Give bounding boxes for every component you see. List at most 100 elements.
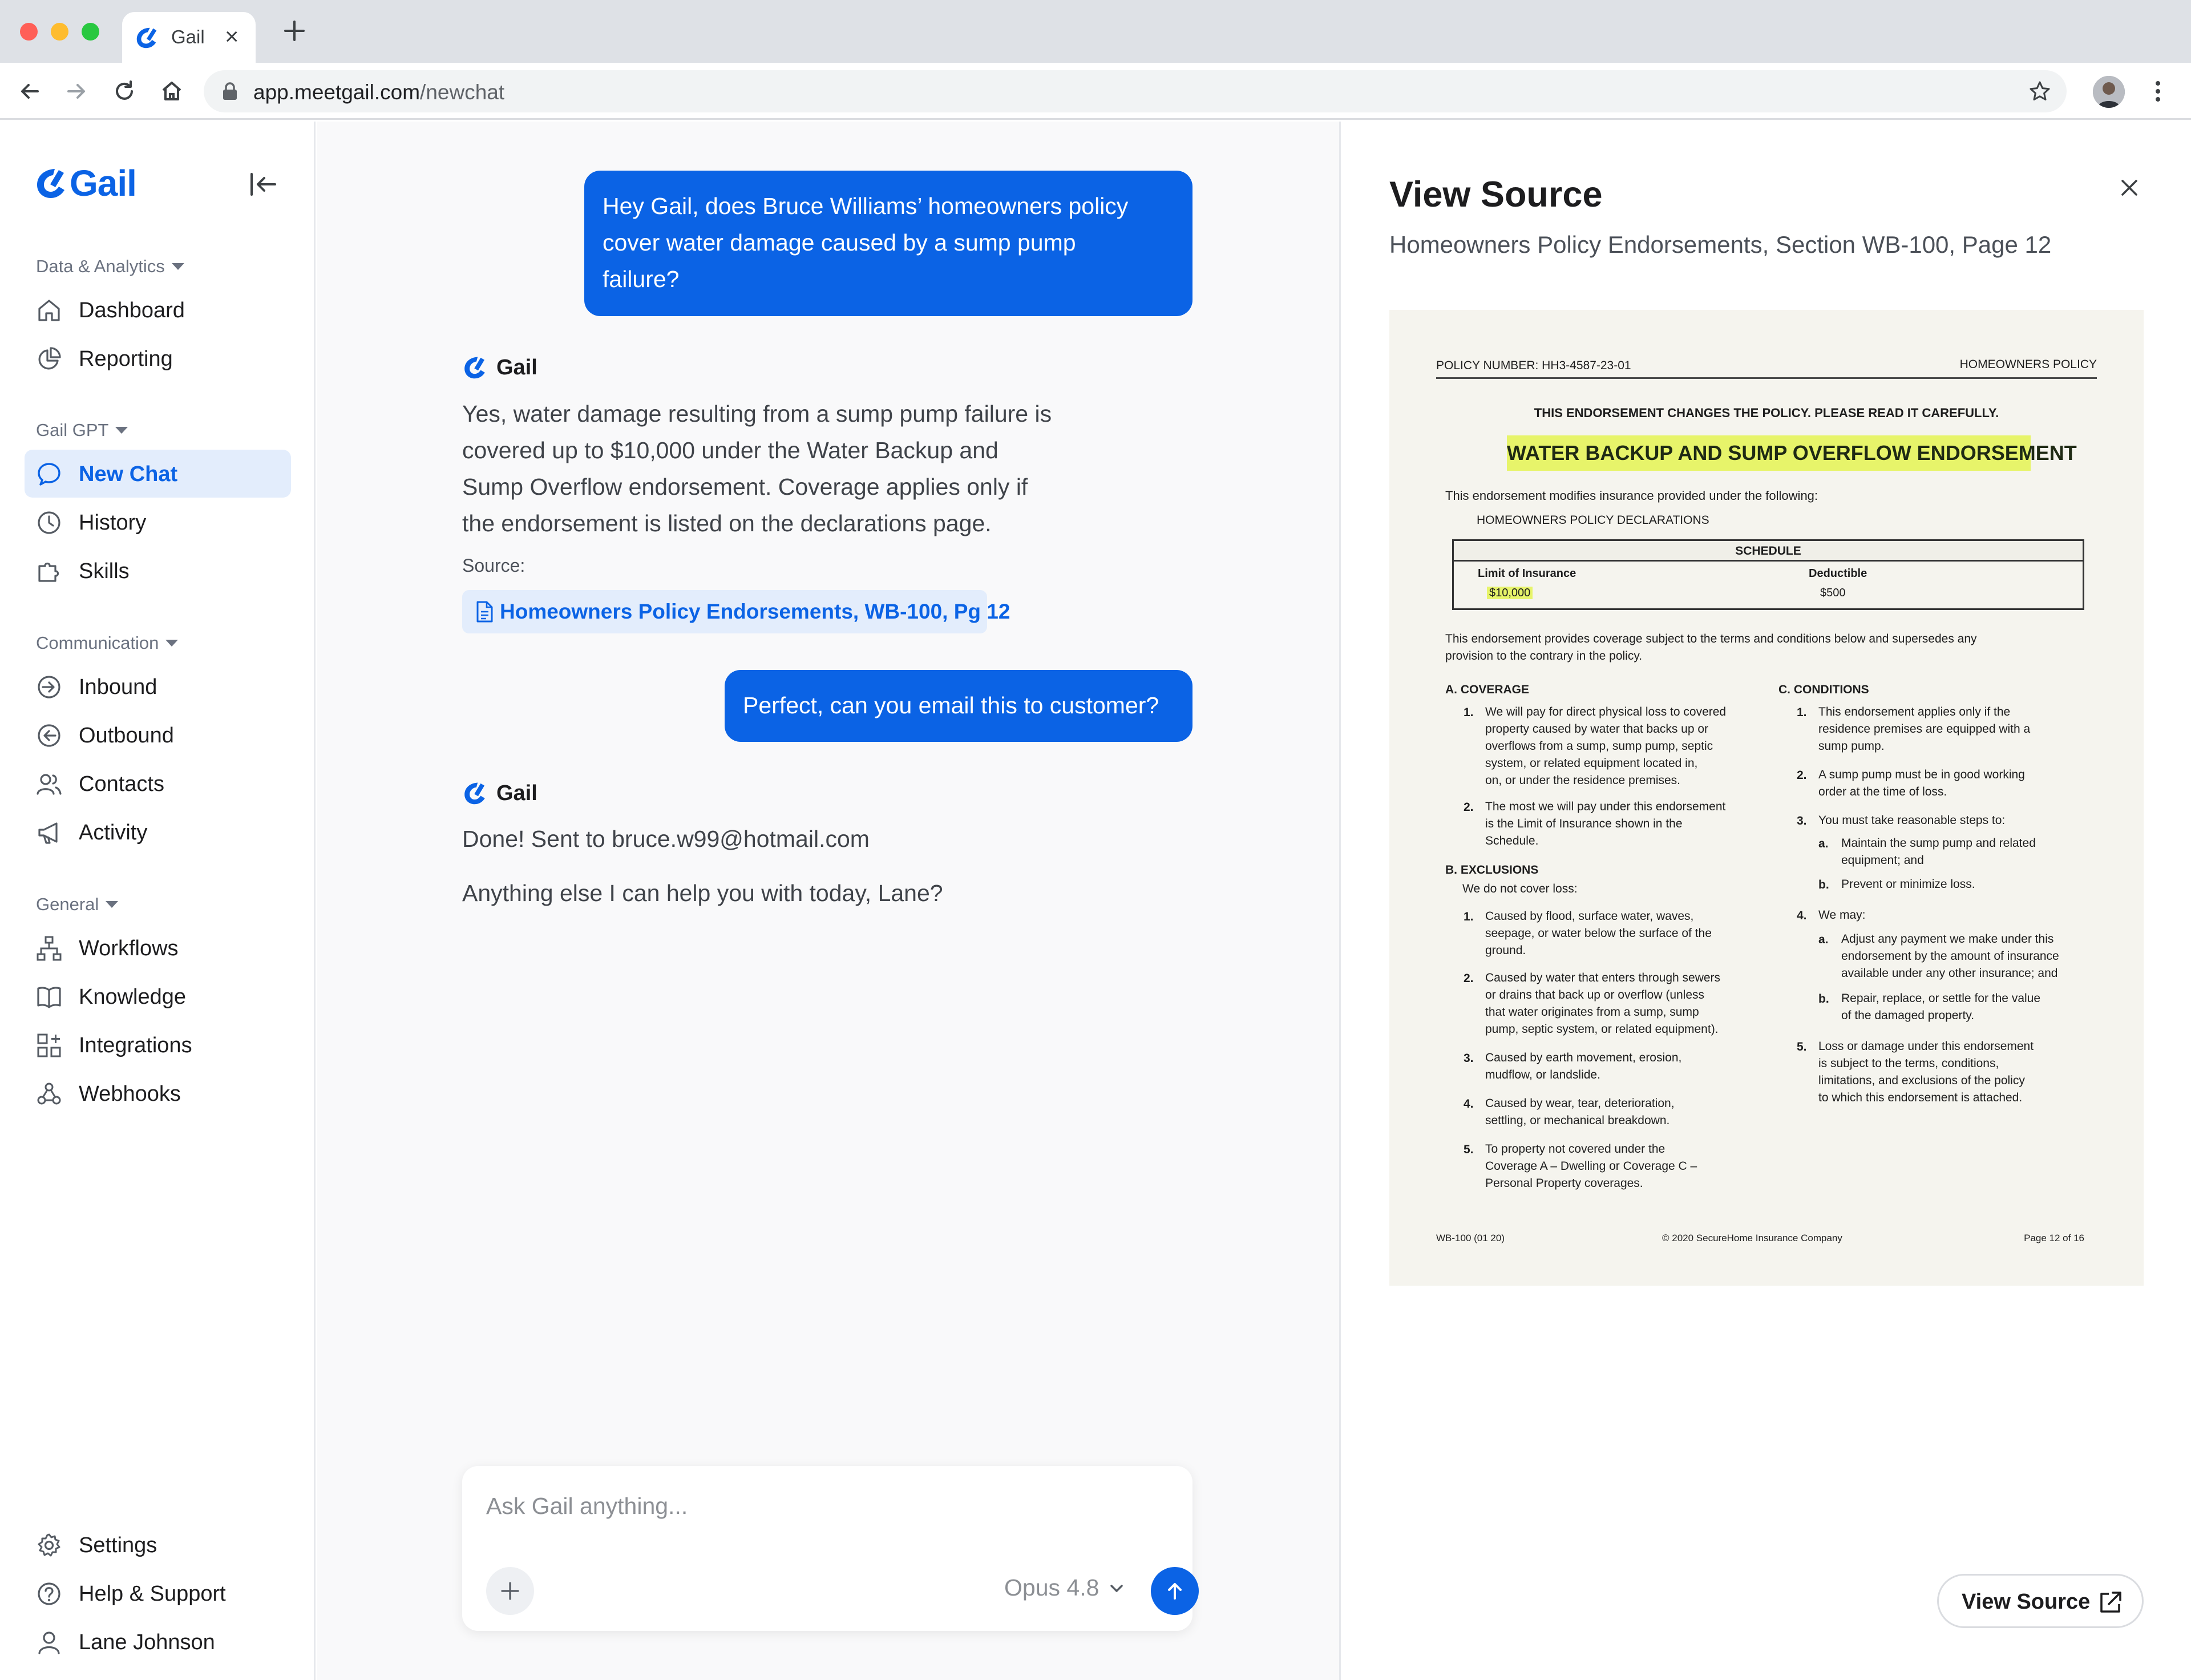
chat-composer: Opus 4.8 bbox=[462, 1466, 1199, 1631]
assistant-header: Gail bbox=[462, 780, 537, 806]
home-icon bbox=[38, 300, 60, 321]
url-text[interactable]: app.meetgail.com/newchat bbox=[253, 80, 504, 104]
new-tab-plus-icon[interactable] bbox=[282, 18, 307, 43]
user-message: Hey Gail, does Bruce Williams’ homeowner… bbox=[584, 171, 1192, 316]
group-data-analytics[interactable]: Data & Analytics bbox=[36, 256, 184, 277]
puzzle-icon bbox=[38, 562, 59, 582]
user-icon bbox=[38, 1631, 60, 1654]
bookmark-star-icon[interactable] bbox=[2028, 79, 2052, 103]
send-button[interactable] bbox=[1151, 1567, 1199, 1615]
sidebar-item-contacts[interactable]: Contacts bbox=[25, 760, 291, 807]
exclusion-item: Caused by water that enters through sewe… bbox=[1485, 971, 1721, 1036]
plus-icon bbox=[501, 1582, 519, 1600]
close-icon[interactable] bbox=[2116, 174, 2143, 201]
caret-down-icon bbox=[165, 640, 179, 647]
users-icon bbox=[37, 774, 62, 795]
group-communication[interactable]: Communication bbox=[36, 633, 179, 653]
doc-schedule-table: SCHEDULE Limit of Insurance Deductible $… bbox=[1452, 539, 2084, 610]
help-circle-icon bbox=[38, 1582, 60, 1605]
maximize-window-button[interactable] bbox=[82, 23, 99, 41]
browser-tab-strip: Gail × bbox=[0, 0, 2191, 63]
sidebar-item-new-chat[interactable]: New Chat bbox=[25, 450, 291, 498]
condition-subitem: Maintain the sump pump and related equip… bbox=[1841, 837, 2036, 867]
reload-icon[interactable] bbox=[111, 78, 138, 105]
condition-subitem: Repair, replace, or settle for the value… bbox=[1841, 992, 2041, 1022]
exclusion-item: Caused by flood, surface water, waves, s… bbox=[1485, 910, 1712, 957]
sidebar-item-activity[interactable]: Activity bbox=[25, 808, 291, 856]
schedule-limit-label: Limit of Insurance bbox=[1478, 567, 1576, 580]
view-source-button[interactable]: View Source bbox=[1937, 1574, 2144, 1628]
doc-footer-right: Page 12 of 16 bbox=[2024, 1233, 2084, 1243]
sidebar-item-webhooks[interactable]: Webhooks bbox=[25, 1069, 291, 1117]
group-gail-gpt[interactable]: Gail GPT bbox=[36, 420, 128, 441]
sidebar-item-outbound[interactable]: Outbound bbox=[25, 711, 291, 759]
user-message: Perfect, can you email this to customer? bbox=[725, 670, 1192, 742]
gail-logo[interactable]: Gail bbox=[34, 163, 137, 204]
profile-photo-icon bbox=[2093, 76, 2125, 108]
sidebar-item-account[interactable]: Lane Johnson bbox=[25, 1618, 291, 1666]
forward-arrow-icon[interactable] bbox=[63, 78, 90, 105]
exclusion-item: To property not covered under the Covera… bbox=[1485, 1142, 1697, 1190]
model-selector[interactable]: Opus 4.8 bbox=[1004, 1574, 1125, 1601]
sidebar-item-dashboard[interactable]: Dashboard bbox=[25, 286, 291, 334]
source-label: Source: bbox=[462, 555, 525, 576]
gail-favicon-icon bbox=[136, 27, 157, 49]
sidebar-item-help-support[interactable]: Help & Support bbox=[25, 1569, 291, 1617]
doc-policy-number: POLICY NUMBER: HH3-4587-23-01 bbox=[1436, 359, 1631, 372]
sidebar-item-integrations[interactable]: Integrations bbox=[25, 1021, 291, 1069]
tab-title: Gail bbox=[171, 26, 205, 47]
source-citation-chip[interactable]: Homeowners Policy Endorsements, WB-100, … bbox=[462, 590, 1010, 633]
doc-footer-center: © 2020 SecureHome Insurance Company bbox=[1662, 1233, 1842, 1243]
minimize-window-button[interactable] bbox=[51, 23, 68, 41]
arrow-up-icon bbox=[1168, 1583, 1182, 1600]
condition-item: We may: bbox=[1818, 908, 1866, 922]
sidebar-item-history[interactable]: History bbox=[25, 498, 291, 546]
condition-item: You must take reasonable steps to: bbox=[1818, 814, 2006, 827]
close-window-button[interactable] bbox=[20, 23, 38, 41]
exclusion-item: Caused by wear, tear, deterioration, set… bbox=[1485, 1097, 1675, 1127]
sidebar-item-workflows[interactable]: Workflows bbox=[25, 924, 291, 972]
outbound-icon bbox=[38, 724, 60, 747]
collapse-sidebar-icon[interactable] bbox=[249, 172, 278, 197]
chat-input[interactable] bbox=[486, 1489, 1159, 1523]
doc-exclusions-intro: We do not cover loss: bbox=[1462, 882, 1578, 895]
doc-footer-left: WB-100 (01 20) bbox=[1436, 1233, 1505, 1243]
chat-area: Hey Gail, does Bruce Williams’ homeowner… bbox=[317, 122, 1339, 1680]
lock-icon[interactable] bbox=[221, 82, 239, 101]
schedule-title: SCHEDULE bbox=[1454, 541, 2083, 562]
sidebar-item-settings[interactable]: Settings bbox=[25, 1521, 291, 1569]
sidebar-item-reporting[interactable]: Reporting bbox=[25, 334, 291, 382]
gail-avatar-icon bbox=[464, 357, 485, 379]
gear-icon bbox=[38, 1533, 60, 1557]
tab-close-icon[interactable]: × bbox=[225, 23, 239, 50]
brand-name: Gail bbox=[70, 163, 137, 204]
browser-menu-icon[interactable] bbox=[2149, 78, 2167, 105]
doc-provides: This endorsement provides coverage subje… bbox=[1445, 632, 1977, 663]
condition-subitem: Adjust any payment we make under this en… bbox=[1841, 932, 2059, 980]
doc-notice: THIS ENDORSEMENT CHANGES THE POLICY. PLE… bbox=[1534, 406, 1999, 420]
address-bar[interactable]: app.meetgail.com/newchat bbox=[204, 70, 2067, 112]
browser-tab[interactable]: Gail × bbox=[122, 12, 256, 63]
caret-down-icon bbox=[106, 901, 119, 908]
back-arrow-icon[interactable] bbox=[16, 78, 43, 105]
clock-icon bbox=[38, 511, 60, 534]
megaphone-icon bbox=[38, 822, 58, 844]
doc-headline: WATER BACKUP AND SUMP OVERFLOW ENDORSEME… bbox=[1507, 435, 2077, 471]
sidebar-item-skills[interactable]: Skills bbox=[25, 547, 291, 595]
group-general[interactable]: General bbox=[36, 894, 119, 915]
assistant-message: Done! Sent to bruce.w99@hotmail.com bbox=[462, 826, 870, 852]
home-button-icon[interactable] bbox=[158, 78, 185, 105]
caret-down-icon bbox=[115, 427, 128, 434]
assistant-message: Yes, water damage resulting from a sump … bbox=[462, 401, 1052, 536]
schedule-limit-value: $10,000 bbox=[1487, 587, 1533, 599]
view-source-panel: View Source Homeowners Policy Endorsemen… bbox=[1339, 122, 2191, 1680]
profile-avatar[interactable] bbox=[2093, 76, 2125, 108]
sidebar-item-knowledge[interactable]: Knowledge bbox=[25, 972, 291, 1020]
attach-button[interactable] bbox=[486, 1567, 534, 1615]
assistant-header: Gail bbox=[462, 354, 537, 381]
sidebar-item-inbound[interactable]: Inbound bbox=[25, 663, 291, 710]
grid-plus-icon bbox=[37, 1033, 61, 1057]
doc-coverage-title: A. COVERAGE bbox=[1445, 683, 1530, 696]
condition-subitem: Prevent or minimize loss. bbox=[1841, 878, 1975, 891]
inbound-icon bbox=[38, 676, 60, 698]
